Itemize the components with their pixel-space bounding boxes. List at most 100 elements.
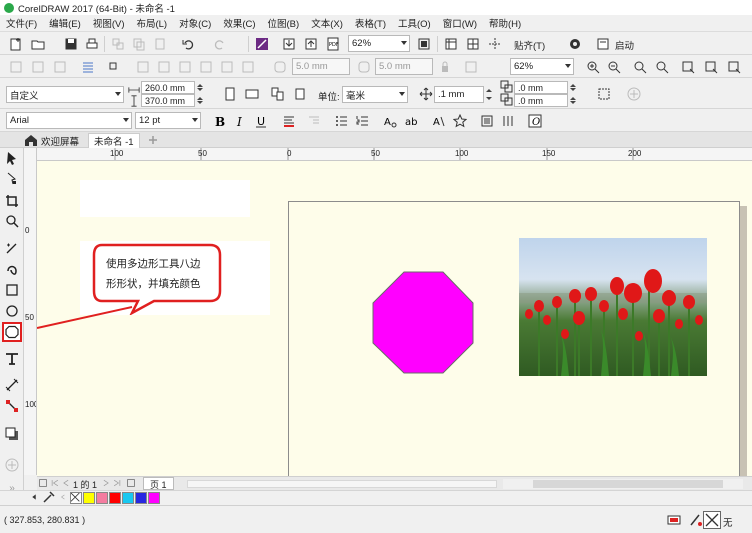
- paste-icon[interactable]: [152, 36, 168, 52]
- rotate-icon[interactable]: [177, 59, 193, 75]
- scale-icon[interactable]: [219, 59, 235, 75]
- add-tool-plus-icon[interactable]: [4, 457, 20, 473]
- node-icon[interactable]: [106, 59, 122, 75]
- eyedropper-icon[interactable]: [42, 490, 56, 504]
- full-screen-icon[interactable]: [416, 36, 432, 52]
- zoom-level-select[interactable]: 62%: [348, 35, 410, 52]
- tulip-photo[interactable]: [519, 238, 707, 376]
- swatch-magenta[interactable]: [148, 492, 160, 504]
- list-view-icon[interactable]: [80, 59, 96, 75]
- last-page-icon[interactable]: [112, 476, 122, 490]
- numbered-list-icon[interactable]: [354, 113, 370, 129]
- launch-dropdown[interactable]: 启动: [615, 38, 634, 52]
- swatch-red[interactable]: [109, 492, 121, 504]
- add-page-icon[interactable]: [125, 476, 137, 490]
- show-rulers-icon[interactable]: [443, 36, 459, 52]
- group-icon[interactable]: [30, 59, 46, 75]
- paper-preset-select[interactable]: 自定义: [6, 86, 124, 103]
- zoom-height-icon[interactable]: [726, 59, 742, 75]
- rectangle-tool-icon[interactable]: [4, 282, 20, 298]
- zoom-page-icon[interactable]: [680, 59, 696, 75]
- unit-select[interactable]: 毫米: [342, 86, 408, 103]
- horizontal-scroll-track[interactable]: [187, 480, 497, 488]
- nudge-spinner[interactable]: [484, 86, 493, 103]
- width-spinner[interactable]: [195, 81, 204, 94]
- import-icon[interactable]: [281, 36, 297, 52]
- no-fill-indicator[interactable]: [703, 511, 721, 529]
- open-folder-icon[interactable]: [30, 36, 46, 52]
- show-guidelines-icon[interactable]: [487, 36, 503, 52]
- zoom-tool-icon[interactable]: [4, 213, 20, 229]
- redo-icon[interactable]: [212, 36, 228, 52]
- new-tab-plus-icon[interactable]: [146, 133, 160, 147]
- position-icon[interactable]: [198, 59, 214, 75]
- mirror-v-icon[interactable]: [156, 59, 172, 75]
- parallel-dimension-icon[interactable]: [4, 377, 20, 393]
- connector-tool-icon[interactable]: [4, 398, 20, 414]
- corner-radius-icon[interactable]: [272, 59, 288, 75]
- char-format-icon[interactable]: A: [382, 113, 398, 129]
- swatch-blue[interactable]: [135, 492, 147, 504]
- next-page-icon[interactable]: [101, 476, 111, 490]
- all-pages-icon[interactable]: [270, 86, 286, 102]
- export-icon[interactable]: [303, 36, 319, 52]
- italic-icon[interactable]: I: [232, 113, 248, 129]
- bullet-list-icon[interactable]: [333, 113, 349, 129]
- polygon-tool-icon[interactable]: [2, 322, 22, 342]
- search-content-icon[interactable]: [254, 36, 270, 52]
- text-object-icon[interactable]: O: [527, 113, 543, 129]
- prev-page-icon[interactable]: [61, 476, 71, 490]
- show-grid-icon[interactable]: [465, 36, 481, 52]
- menu-tools[interactable]: 工具(O): [392, 16, 437, 30]
- text-tool-icon[interactable]: [4, 350, 20, 366]
- launch-app-icon[interactable]: [595, 36, 611, 52]
- height-field[interactable]: 5.0 mm: [375, 58, 433, 75]
- save-icon[interactable]: [63, 36, 79, 52]
- freehand-tool-icon[interactable]: [4, 240, 20, 256]
- zoom-all-icon[interactable]: [654, 59, 670, 75]
- mirror-h-icon[interactable]: [135, 59, 151, 75]
- page-options-icon[interactable]: [37, 476, 49, 490]
- menu-help[interactable]: 帮助(H): [483, 16, 527, 30]
- new-document-icon[interactable]: [8, 36, 24, 52]
- menu-edit[interactable]: 编辑(E): [43, 16, 87, 30]
- shape-tool-icon[interactable]: [4, 170, 20, 186]
- drop-shadow-icon[interactable]: [4, 426, 20, 442]
- zoom-selected-icon[interactable]: [632, 59, 648, 75]
- scrollbar-thumb[interactable]: [533, 480, 723, 488]
- ungroup-icon[interactable]: [52, 59, 68, 75]
- octagon-shape[interactable]: [371, 271, 477, 375]
- menu-bitmaps[interactable]: 位图(B): [262, 16, 306, 30]
- drop-cap-icon[interactable]: [306, 113, 322, 129]
- align-icon[interactable]: [8, 59, 24, 75]
- undo-icon[interactable]: [180, 36, 196, 52]
- edit-text-icon[interactable]: ab: [403, 113, 419, 129]
- lock-icon[interactable]: [437, 59, 453, 75]
- menu-object[interactable]: 对象(C): [173, 16, 217, 30]
- underline-icon[interactable]: U: [253, 113, 269, 129]
- no-fill-swatch[interactable]: [70, 492, 82, 504]
- page-border-icon[interactable]: [596, 86, 612, 102]
- text-frame-icon[interactable]: [479, 113, 495, 129]
- swatch-pink[interactable]: [96, 492, 108, 504]
- add-plus-icon[interactable]: [626, 86, 642, 102]
- menu-text[interactable]: 文本(X): [305, 16, 349, 30]
- zoom-level-select-2[interactable]: 62%: [510, 58, 574, 75]
- menu-layout[interactable]: 布局(L): [130, 16, 173, 30]
- star-icon[interactable]: [452, 113, 468, 129]
- text-direction-icon[interactable]: A: [431, 113, 447, 129]
- duplicate-x-field[interactable]: .0 mm: [514, 81, 568, 94]
- palette-prev-icon[interactable]: [58, 490, 68, 504]
- menu-file[interactable]: 文件(F): [0, 16, 43, 30]
- size-icon[interactable]: [240, 59, 256, 75]
- text-align-icon[interactable]: [281, 113, 297, 129]
- artistic-media-icon[interactable]: [4, 260, 20, 276]
- corner-radius-2-icon[interactable]: [356, 59, 372, 75]
- duplicate-y-field[interactable]: .0 mm: [514, 94, 568, 107]
- menu-effects[interactable]: 效果(C): [217, 16, 261, 30]
- dup-y-spinner[interactable]: [568, 94, 577, 107]
- tab-welcome[interactable]: 欢迎屏幕: [36, 133, 84, 148]
- crop-tool-icon[interactable]: [4, 193, 20, 209]
- height-spinner[interactable]: [195, 94, 204, 107]
- tab-untitled-1[interactable]: 未命名 -1: [88, 133, 140, 148]
